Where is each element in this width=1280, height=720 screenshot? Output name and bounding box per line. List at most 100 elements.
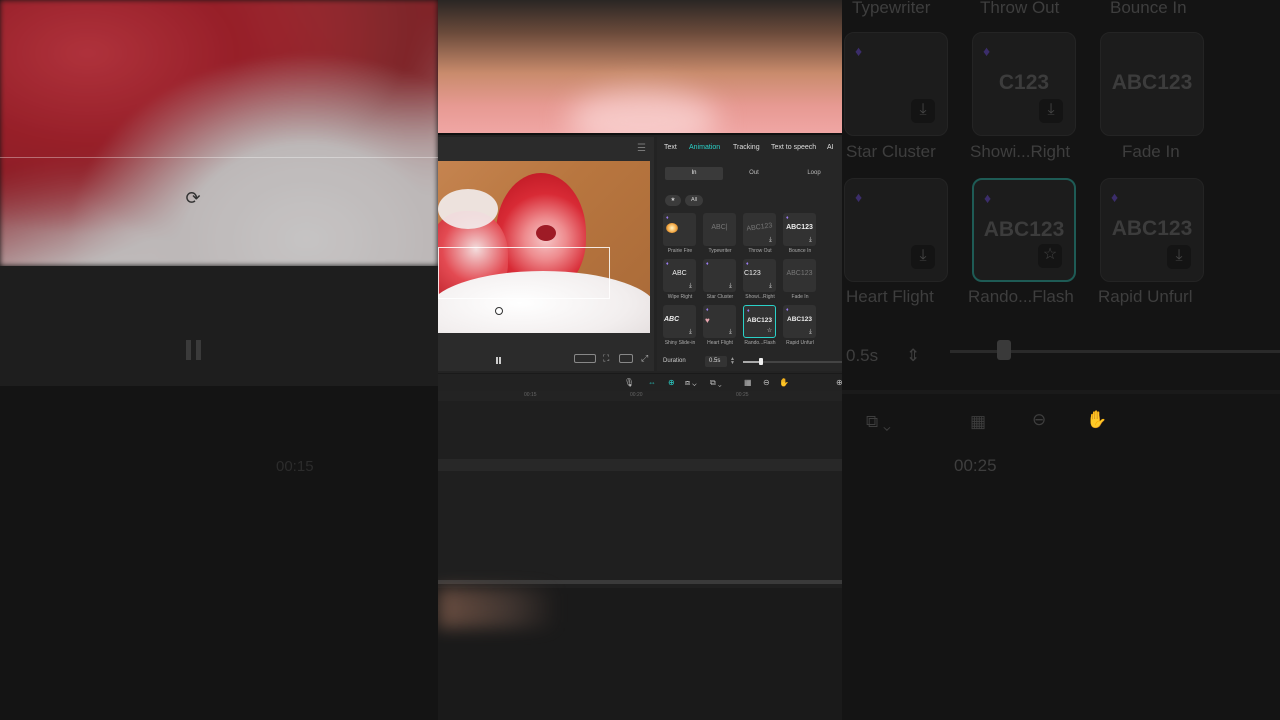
microphone-icon[interactable]: 🎙	[624, 378, 634, 387]
rotate-handle[interactable]	[495, 307, 503, 315]
fullscreen-icon[interactable]: ⤢	[641, 353, 648, 364]
premium-icon: ♦	[983, 43, 991, 59]
ghost-label: Typewriter	[852, 0, 931, 17]
top-background	[438, 0, 842, 133]
tab-ai[interactable]: AI	[827, 144, 834, 151]
animation-item[interactable]: ♦ ABC123 ⤓ Bounce In	[783, 213, 817, 257]
stepper-icon[interactable]: ▲ ▼	[730, 357, 735, 366]
animation-item[interactable]: ABC| Typewriter	[703, 213, 737, 257]
ghost-label: Throw Out	[980, 0, 1060, 17]
tab-text[interactable]: Text	[664, 144, 677, 151]
animation-label: Fade In	[791, 294, 809, 300]
ghost-card: ♦ ⤓	[844, 32, 948, 136]
animation-thumb: ABC123 ⤓	[743, 213, 776, 246]
preview-icon[interactable]: ⧉ ⌄	[710, 378, 722, 388]
scrollbar[interactable]	[438, 580, 842, 584]
menu-icon[interactable]: ☰	[637, 143, 646, 154]
animation-thumb-text: ABC|	[711, 224, 728, 231]
timeline-track[interactable]	[438, 459, 842, 471]
star-icon[interactable]: ☆	[766, 328, 773, 335]
ruler-tick: 00:25	[736, 392, 749, 398]
ratio-button[interactable]	[619, 354, 633, 363]
animation-thumb-text: ABC	[672, 270, 687, 277]
zoom-in-icon[interactable]: ⊕	[836, 378, 842, 387]
sugar-image	[438, 189, 498, 229]
ghost-divider	[842, 390, 1280, 394]
zoom-out-icon[interactable]: ⊖	[763, 378, 770, 387]
resolution-button[interactable]	[574, 354, 596, 363]
link-icon[interactable]: ⇔	[648, 378, 656, 387]
ruler-tick: 00:15	[524, 392, 537, 398]
download-icon: ⤓	[769, 283, 772, 289]
animation-thumb-text: ABC123	[787, 316, 812, 323]
tab-animation[interactable]: Animation	[689, 144, 720, 151]
duration-slider[interactable]	[743, 358, 842, 365]
timeline-tracks[interactable]	[438, 401, 842, 589]
animation-item-selected[interactable]: ♦ ABC123 ☆ Rando...Flash	[743, 305, 777, 349]
download-icon: ⤓	[911, 99, 935, 123]
ghost-card: ♦ ABC123 ⤓	[1100, 178, 1204, 282]
timeline-ruler: 00:15 00:20 00:25	[438, 391, 842, 401]
animation-thumb: ABC123	[783, 259, 816, 292]
download-icon: ⤓	[689, 329, 692, 335]
animation-label: Throw Out	[748, 248, 772, 254]
video-preview[interactable]	[438, 161, 650, 333]
bottom-background	[438, 588, 842, 720]
star-icon: ☆	[1038, 244, 1062, 268]
subtab-out[interactable]: Out	[725, 167, 783, 180]
editor-app: ☰ ⛶ ⤢ Text Animation Tracking Text to sp…	[438, 133, 842, 589]
background-panel	[0, 266, 438, 386]
speed-icon[interactable]: ▦	[744, 378, 752, 387]
animation-thumb: ♦ C123 ⤓	[743, 259, 776, 292]
duration-label: Duration	[663, 358, 686, 364]
subtab-loop[interactable]: Loop	[785, 167, 842, 180]
tab-tracking[interactable]: Tracking	[733, 144, 760, 151]
animation-item[interactable]: ♦ ABC ⤓ Wipe Right	[663, 259, 697, 303]
animation-label: Rapid Unfurl	[786, 340, 814, 346]
magnet-icon[interactable]: ⊕	[668, 378, 675, 387]
ghost-card: ♦ ⤓	[844, 178, 948, 282]
animation-item[interactable]: ♦ C123 ⤓ Showi...Right	[743, 259, 777, 303]
animation-item[interactable]: ABC ⤓ Shiny Slide-in	[663, 305, 697, 349]
player-controls: ⛶ ⤢	[438, 349, 654, 369]
animation-label: Typewriter	[708, 248, 732, 254]
text-selection-box[interactable]	[438, 247, 610, 299]
premium-icon: ♦	[666, 261, 669, 267]
slider-thumb[interactable]	[759, 358, 763, 365]
ghost-card-text: ABC123	[1111, 217, 1193, 240]
premium-icon: ♦	[786, 215, 789, 221]
animation-item[interactable]: ABC123 Fade In	[783, 259, 817, 303]
animation-item[interactable]: ♦ Prairie Fire	[663, 213, 697, 257]
duration-input[interactable]: 0.5s	[705, 356, 727, 367]
animation-label: Showi...Right	[745, 294, 775, 300]
animation-thumb: ♦ ⤓	[703, 259, 736, 292]
all-chip[interactable]: All	[685, 195, 703, 206]
animation-item[interactable]: ♦ ♥ ⤓ Heart Flight	[703, 305, 737, 349]
stepper-icon: ⇕	[906, 346, 921, 365]
favorites-chip[interactable]: ★	[665, 195, 681, 206]
animation-label: Wipe Right	[667, 294, 693, 300]
animation-thumb: ♦ ABC ⤓	[663, 259, 696, 292]
pause-button[interactable]	[496, 357, 502, 364]
screenshot-icon[interactable]: ⛶	[603, 353, 609, 364]
split-icon[interactable]: ⧈ ⌄	[685, 378, 697, 388]
main-screen: ☰ ⛶ ⤢ Text Animation Tracking Text to sp…	[438, 0, 842, 720]
hand-icon[interactable]: ✋	[779, 378, 789, 387]
duration-control: Duration 0.5s ▲ ▼	[663, 355, 842, 369]
ghost-duration: 0.5s	[846, 346, 879, 365]
animation-item[interactable]: ABC123 ⤓ Throw Out	[743, 213, 777, 257]
animation-item[interactable]: ♦ ⤓ Star Cluster	[703, 259, 737, 303]
premium-icon: ♦	[706, 307, 709, 313]
ghost-card: ABC123	[1100, 32, 1204, 136]
animation-item[interactable]: ♦ ABC123 ⤓ Rapid Unfurl	[783, 305, 817, 349]
ghost-label: Star Cluster	[846, 142, 936, 161]
animation-thumb-text: ABC	[664, 316, 680, 323]
subtab-in[interactable]: In	[665, 167, 723, 180]
animation-thumb-text: ABC123	[786, 224, 813, 231]
tab-text-to-speech[interactable]: Text to speech	[771, 144, 816, 151]
background-time: 00:15	[276, 458, 314, 475]
animation-thumb-text: ABC123	[786, 270, 813, 277]
ruler-tick: 00:20	[630, 392, 643, 398]
animation-thumb-text: ABC123	[747, 317, 772, 324]
ghost-label: Bounce In	[1110, 0, 1187, 17]
